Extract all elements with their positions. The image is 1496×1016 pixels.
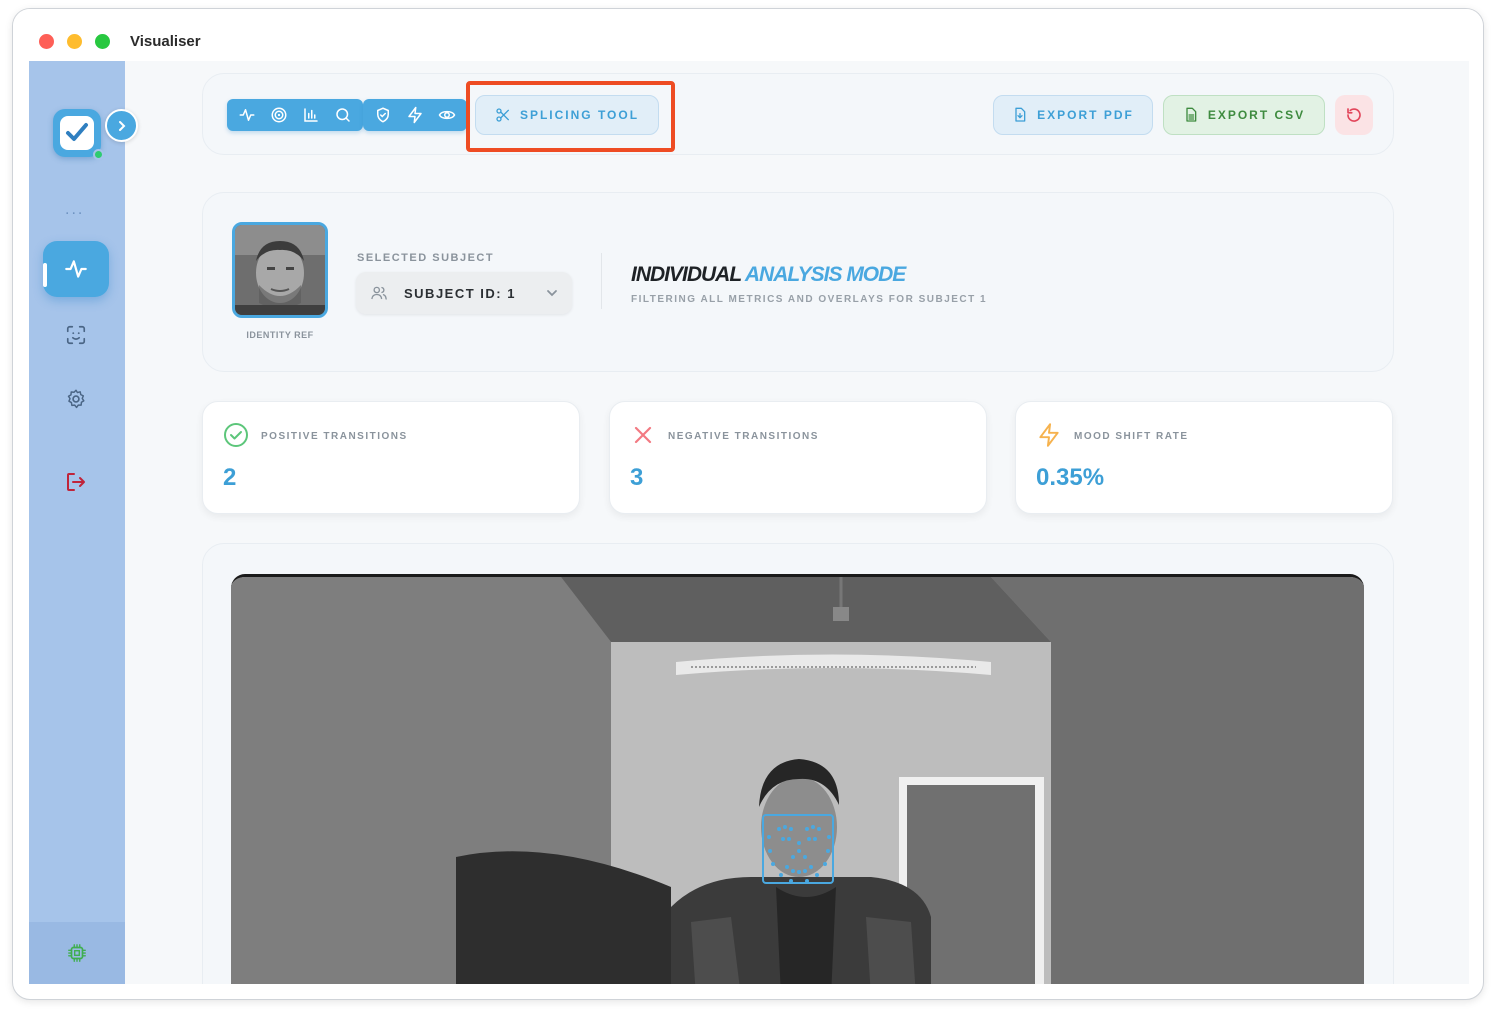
export-csv-button[interactable]: EXPORT CSV xyxy=(1163,95,1325,135)
subject-select[interactable]: SUBJECT ID: 1 xyxy=(356,272,572,314)
selected-subject-label: SELECTED SUBJECT xyxy=(357,252,495,264)
tool-search-button[interactable] xyxy=(327,99,359,131)
video-feed[interactable] xyxy=(231,574,1364,984)
lightning-icon xyxy=(1036,422,1062,448)
chevron-down-icon xyxy=(547,290,557,297)
export-pdf-button[interactable]: EXPORT PDF xyxy=(993,95,1153,135)
gear-icon xyxy=(67,389,85,409)
cpu-chip-icon[interactable] xyxy=(66,942,88,964)
tool-activity-button[interactable] xyxy=(231,99,263,131)
sidebar-item-logout[interactable] xyxy=(43,454,109,510)
stat-card-negative: NEGATIVE TRANSITIONS 3 xyxy=(609,401,987,514)
search-icon xyxy=(336,108,350,122)
stat-card-mood: MOOD SHIFT RATE 0.35% xyxy=(1015,401,1393,514)
x-icon xyxy=(630,422,656,448)
stat-value: 0.35% xyxy=(1036,464,1105,491)
sidebar-item-settings[interactable] xyxy=(43,371,109,427)
chevron-right-icon xyxy=(118,120,125,131)
stat-label: MOOD SHIFT RATE xyxy=(1074,431,1189,442)
stat-label: NEGATIVE TRANSITIONS xyxy=(668,431,819,442)
active-indicator xyxy=(43,263,47,287)
shield-check-icon xyxy=(377,107,389,123)
highlight-box xyxy=(466,81,675,152)
subject-face-image xyxy=(235,225,325,315)
sidebar-footer xyxy=(29,922,125,984)
tool-chart-button[interactable] xyxy=(295,99,327,131)
maximize-window-button[interactable] xyxy=(95,34,110,49)
target-icon xyxy=(271,107,287,123)
title-bar: Visualiser xyxy=(13,9,1483,61)
room-camera-image xyxy=(231,577,1364,984)
reset-icon xyxy=(1347,108,1361,122)
identity-avatar xyxy=(232,222,328,318)
stat-card-positive: POSITIVE TRANSITIONS 2 xyxy=(202,401,580,514)
video-card xyxy=(202,543,1394,984)
reset-button[interactable] xyxy=(1335,95,1373,135)
tool-shield-button[interactable] xyxy=(367,99,399,131)
file-download-icon xyxy=(1015,107,1026,122)
checkmark-icon xyxy=(66,123,88,141)
users-icon xyxy=(371,286,387,300)
subject-select-value: SUBJECT ID: 1 xyxy=(404,285,516,301)
window-title: Visualiser xyxy=(130,33,201,50)
close-window-button[interactable] xyxy=(39,34,54,49)
file-spreadsheet-icon xyxy=(1186,107,1197,122)
analysis-tool-group xyxy=(227,99,363,131)
face-scan-icon xyxy=(66,325,86,345)
identity-ref-label: IDENTITY REF xyxy=(246,330,314,340)
mode-title-accent: ANALYSIS MODE xyxy=(744,263,906,286)
tool-eye-button[interactable] xyxy=(431,99,463,131)
tool-target-button[interactable] xyxy=(263,99,295,131)
stat-value: 3 xyxy=(630,464,644,491)
toolbar: SPLICING TOOL EXPORT PDF EXPORT CSV xyxy=(202,73,1394,155)
divider xyxy=(601,253,602,309)
stat-value: 2 xyxy=(223,464,237,491)
eye-icon xyxy=(438,110,456,120)
mode-title-primary: INDIVIDUAL xyxy=(631,263,742,286)
export-pdf-label: EXPORT PDF xyxy=(1037,108,1134,122)
overlay-tool-group xyxy=(363,99,467,131)
export-csv-label: EXPORT CSV xyxy=(1207,108,1306,122)
check-circle-icon xyxy=(223,422,249,448)
bar-chart-icon xyxy=(304,108,318,122)
activity-icon xyxy=(239,109,255,121)
subject-card: IDENTITY REF SELECTED SUBJECT SUBJECT ID… xyxy=(202,192,1394,372)
stat-label: POSITIVE TRANSITIONS xyxy=(261,431,408,442)
logout-icon xyxy=(67,473,85,491)
sidebar: ... xyxy=(29,61,138,984)
sidebar-item-activity[interactable] xyxy=(43,241,109,297)
minimize-window-button[interactable] xyxy=(67,34,82,49)
mode-subtitle: FILTERING ALL METRICS AND OVERLAYS FOR S… xyxy=(631,294,988,305)
app-window: Visualiser ... SPLICING TOOL EXPORT PDF … xyxy=(12,8,1484,1000)
expand-sidebar-button[interactable] xyxy=(105,109,138,142)
online-status-dot xyxy=(93,149,104,160)
lightning-icon xyxy=(408,106,422,124)
activity-icon xyxy=(65,260,87,278)
tool-lightning-button[interactable] xyxy=(399,99,431,131)
more-icon[interactable]: ... xyxy=(65,201,84,219)
mode-title: INDIVIDUAL ANALYSIS MODE xyxy=(631,263,906,287)
app-content: ... SPLICING TOOL EXPORT PDF EXPORT CSV … xyxy=(29,61,1469,984)
sidebar-item-face-scan[interactable] xyxy=(43,307,109,363)
